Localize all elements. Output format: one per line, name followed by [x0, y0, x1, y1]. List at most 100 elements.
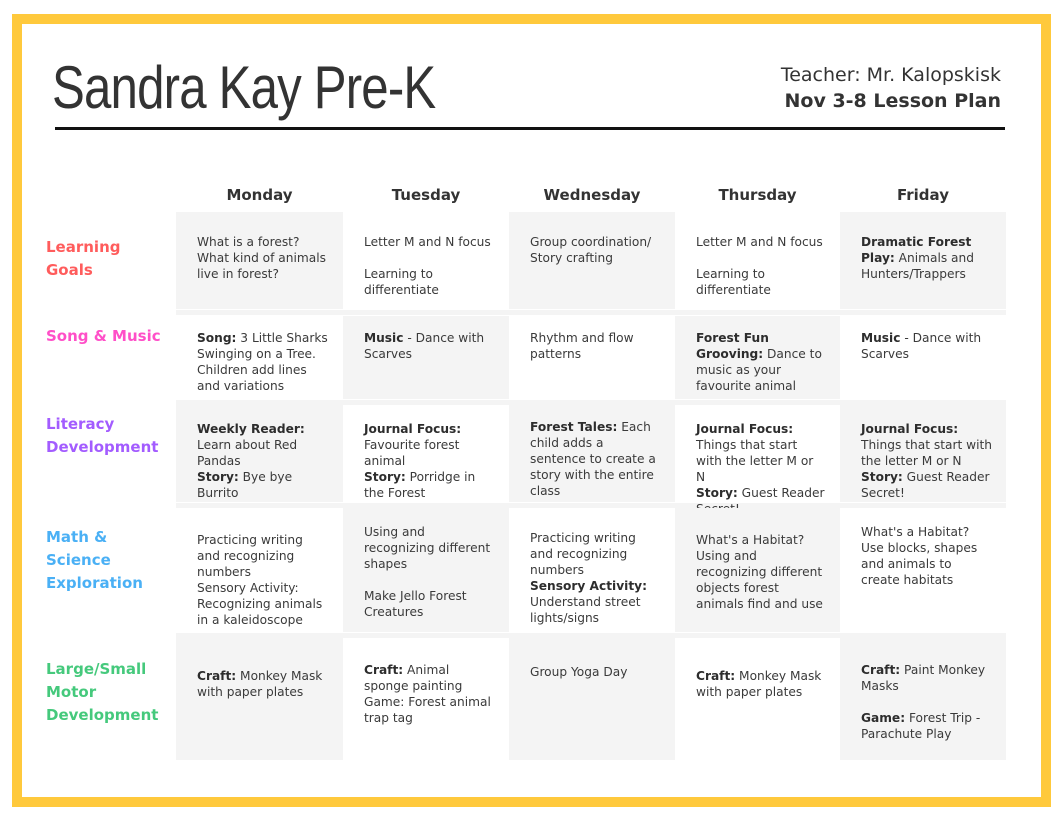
entry-heading: Sensory Activity: [530, 579, 647, 593]
lesson-cell-friday: Music - Dance with Scarves [840, 316, 1006, 399]
cell-entry: Game: Forest Trip - Parachute Play [861, 710, 992, 742]
entry-heading: Story: [696, 486, 738, 500]
cell-entry: Story: Porridge in the Forest [364, 469, 495, 501]
lesson-cell-tuesday: Journal Focus: Favourite forest animal St… [343, 405, 509, 502]
cell-entry: Music - Dance with Scarves [861, 330, 992, 362]
entry-heading: Craft: [861, 663, 901, 677]
cell-entry: Craft: Monkey Mask with paper plates [696, 668, 826, 700]
row-label: Math & Science Exploration [46, 528, 143, 592]
lesson-cell-tuesday: Letter M and N focus Learning to differen… [343, 212, 509, 309]
entry-text: Practicing writing and recognizing numbe… [530, 531, 636, 577]
cell-entry: What is a forest? What kind of animals l… [197, 234, 329, 282]
entry-text: Sensory Activity: Recognizing animals in… [197, 581, 323, 627]
entry-heading: Song: [197, 331, 237, 345]
entry-heading: Weekly Reader: [197, 422, 305, 436]
day-header-thursday: Thursday [718, 186, 797, 204]
cell-entry: Craft: Animal sponge painting [364, 662, 495, 694]
teacher-name: Teacher: Mr. Kalopskisk [780, 64, 1001, 86]
cell-entry: Practicing writing and recognizing numbe… [530, 530, 661, 578]
entry-heading: Journal Focus: [861, 422, 959, 436]
lesson-cell-wednesday: Group Yoga Day [509, 638, 675, 760]
entry-heading: Craft: [197, 669, 237, 683]
entry-heading: Craft: [364, 663, 404, 677]
entry-text: Learning to differentiate [696, 267, 771, 297]
cell-entry: Rhythm and flow patterns [530, 330, 661, 362]
entry-text: Group Yoga Day [530, 665, 628, 679]
cell-entry: Learning to differentiate [696, 266, 826, 298]
cell-entry: Group Yoga Day [530, 664, 661, 680]
entry-text: Make Jello Forest Creatures [364, 589, 467, 619]
cell-entry: Sensory Activity: Recognizing animals in… [197, 580, 329, 628]
entry-text: Learning to differentiate [364, 267, 439, 297]
entry-text: What is a forest? What kind of animals l… [197, 235, 326, 281]
lesson-plan-dates: Nov 3-8 Lesson Plan [784, 90, 1002, 112]
lesson-cell-thursday: Craft: Monkey Mask with paper plates [675, 638, 840, 760]
school-title: Sandra Kay Pre-K [52, 54, 436, 121]
entry-text: What's a Habitat? Use blocks, shapes and… [861, 525, 978, 587]
cell-entry: Forest Tales: Each child adds a sentence… [530, 419, 661, 499]
cell-entry: Make Jello Forest Creatures [364, 588, 495, 620]
lesson-cell-wednesday: Practicing writing and recognizing numbe… [509, 508, 675, 632]
entry-text: Using and recognizing different shapes [364, 525, 491, 571]
entry-heading: Story: [364, 470, 406, 484]
row-label: Song & Music [46, 327, 161, 345]
lesson-cell-monday: Craft: Monkey Mask with paper plates [176, 638, 343, 760]
cell-entry: Journal Focus: Things that start with th… [861, 421, 992, 469]
header-divider [55, 127, 1005, 130]
cell-entry: Sensory Activity: Understand street ligh… [530, 578, 661, 626]
cell-entry: Forest Fun Grooving: Dance to music as y… [696, 330, 826, 394]
entry-heading: Story: [861, 470, 903, 484]
lesson-cell-friday: Journal Focus: Things that start with th… [840, 405, 1006, 502]
entry-heading: Craft: [696, 669, 736, 683]
cell-entry: Game: Forest animal trap tag [364, 694, 495, 726]
cell-entry: Using and recognizing different shapes [364, 524, 495, 572]
cell-entry: Music - Dance with Scarves [364, 330, 495, 362]
cell-entry: Learning to differentiate [364, 266, 495, 298]
cell-entry: Journal Focus: Things that start with th… [696, 421, 826, 485]
day-header-tuesday: Tuesday [391, 186, 461, 204]
entry-text: What's a Habitat? Using and recognizing … [696, 533, 823, 611]
lesson-cell-thursday: Forest Fun Grooving: Dance to music as y… [675, 316, 840, 399]
cell-entry: Letter M and N focus [364, 234, 495, 250]
row-label: Learning Goals [46, 238, 121, 279]
day-header-wednesday: Wednesday [543, 186, 641, 204]
entry-text: Game: Forest animal trap tag [364, 695, 491, 725]
cell-entry: Craft: Monkey Mask with paper plates [197, 668, 329, 700]
entry-text: Favourite forest animal [364, 438, 460, 468]
day-header-friday: Friday [896, 186, 949, 204]
lesson-cell-friday: What's a Habitat? Use blocks, shapes and… [840, 508, 1006, 632]
entry-text: Learn about Red Pandas [197, 438, 298, 468]
cell-entry: Song: 3 Little Sharks Swinging on a Tree… [197, 330, 329, 394]
row-separator [176, 310, 1006, 315]
lesson-cell-tuesday: Using and recognizing different shapes Ma… [343, 508, 509, 632]
cell-entry: Craft: Paint Monkey Masks [861, 662, 992, 694]
entry-text: Letter M and N focus [696, 235, 823, 249]
lesson-cell-monday: Weekly Reader: Learn about Red Pandas Sto… [176, 405, 343, 502]
cell-entry: Journal Focus: Favourite forest animal [364, 421, 495, 469]
entry-heading: Journal Focus: [364, 422, 462, 436]
row-label: Literacy Development [46, 415, 159, 456]
lesson-cell-wednesday: Rhythm and flow patterns [509, 316, 675, 399]
lesson-cell-friday: Dramatic Forest Play: Animals and Hunter… [840, 212, 1006, 309]
cell-entry: Story: Bye bye Burrito [197, 469, 329, 501]
entry-text: Things that start with the letter M or N [861, 438, 992, 468]
row-label: Large/Small Motor Development [46, 660, 159, 724]
lesson-cell-wednesday: Group coordination/ Story crafting [509, 212, 675, 309]
entry-text: Understand street lights/signs [530, 595, 641, 625]
entry-text: Things that start with the letter M or N [696, 438, 814, 484]
entry-heading: Music [364, 331, 404, 345]
day-header-monday: Monday [226, 186, 293, 204]
lesson-cell-monday: What is a forest? What kind of animals l… [176, 212, 343, 309]
entry-text: Group coordination/ Story crafting [530, 235, 652, 265]
lesson-cell-friday: Craft: Paint Monkey Masks Game: Forest Tr… [840, 638, 1006, 760]
entry-text: Rhythm and flow patterns [530, 331, 634, 361]
entry-text: Practicing writing and recognizing numbe… [197, 533, 303, 579]
entry-heading: Music [861, 331, 901, 345]
lesson-cell-thursday: What's a Habitat? Using and recognizing … [675, 508, 840, 632]
lesson-cell-wednesday: Forest Tales: Each child adds a sentence… [509, 405, 675, 502]
lesson-cell-thursday: Letter M and N focus Learning to differen… [675, 212, 840, 309]
